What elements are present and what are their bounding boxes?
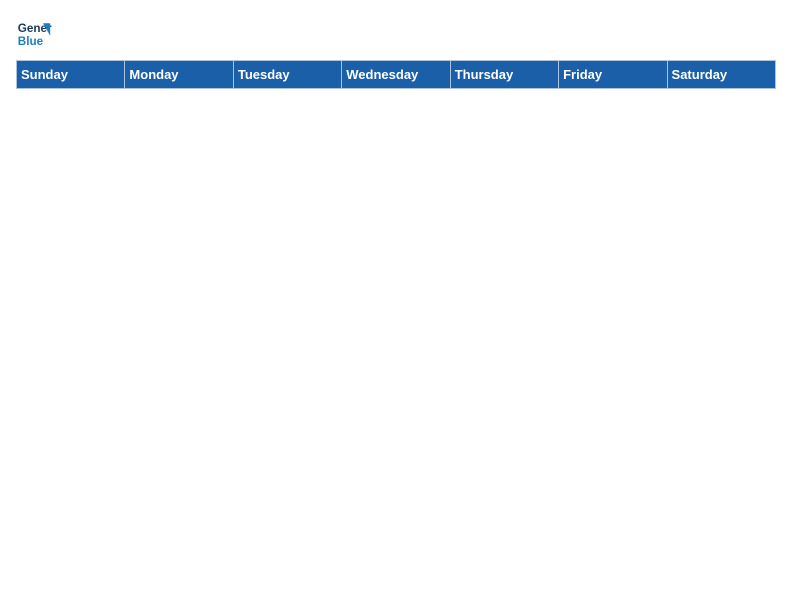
calendar-header-row: Sunday Monday Tuesday Wednesday Thursday… <box>17 61 776 89</box>
col-sunday: Sunday <box>17 61 125 89</box>
svg-text:Blue: Blue <box>18 35 44 48</box>
logo: General Blue <box>16 16 52 52</box>
logo-icon: General Blue <box>16 16 52 52</box>
col-saturday: Saturday <box>667 61 775 89</box>
page-header: General Blue <box>16 16 776 52</box>
col-tuesday: Tuesday <box>233 61 341 89</box>
col-friday: Friday <box>559 61 667 89</box>
col-thursday: Thursday <box>450 61 558 89</box>
calendar-table: Sunday Monday Tuesday Wednesday Thursday… <box>16 60 776 89</box>
col-wednesday: Wednesday <box>342 61 450 89</box>
col-monday: Monday <box>125 61 233 89</box>
